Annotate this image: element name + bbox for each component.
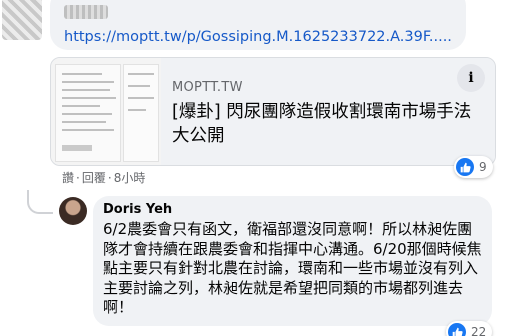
comment-actions: 讚 · 回覆 · 8小時 bbox=[62, 169, 145, 186]
comment-link[interactable]: https://moptt.tw/p/Gossiping.M.162523372… bbox=[64, 29, 452, 45]
blurred-commenter-name[interactable] bbox=[64, 5, 108, 19]
document-image bbox=[55, 64, 121, 162]
reply-action[interactable]: 回覆 bbox=[82, 169, 106, 186]
info-icon[interactable]: i bbox=[457, 64, 485, 92]
reply-author-avatar[interactable] bbox=[59, 197, 87, 225]
like-action[interactable]: 讚 bbox=[62, 169, 74, 186]
reply-text: 6/2農委會只有函文，衛福部還沒同意啊！所以林昶佐團隊才會持續在跟農委會和指揮中… bbox=[103, 220, 482, 316]
link-domain: MOPTT.TW bbox=[172, 80, 243, 95]
reaction-count: 9 bbox=[479, 160, 487, 174]
reaction-summary[interactable]: 9 bbox=[454, 156, 493, 178]
link-preview-card[interactable]: MOPTT.TW [爆卦] 閃尿團隊造假收割環南市場手法大公開 i bbox=[50, 57, 496, 166]
reply-thread-line bbox=[27, 190, 53, 214]
link-title[interactable]: [爆卦] 閃尿團隊造假收割環南市場手法大公開 bbox=[172, 100, 472, 148]
commenter-avatar[interactable] bbox=[2, 0, 42, 40]
link-preview-body[interactable]: MOPTT.TW [爆卦] 閃尿團隊造假收割環南市場手法大公開 i bbox=[162, 58, 495, 165]
like-reaction-icon bbox=[456, 158, 474, 176]
document-image bbox=[123, 64, 159, 162]
reply-author-name[interactable]: Doris Yeh bbox=[103, 202, 482, 217]
action-separator: · bbox=[76, 171, 80, 185]
reply-reaction-summary[interactable]: 22 bbox=[446, 321, 493, 336]
action-separator: · bbox=[107, 171, 112, 185]
link-preview-thumbnail bbox=[51, 58, 161, 165]
like-reaction-icon bbox=[448, 323, 466, 336]
reply-bubble: Doris Yeh 6/2農委會只有函文，衛福部還沒同意啊！所以林昶佐團隊才會持… bbox=[93, 196, 492, 326]
reaction-count: 22 bbox=[471, 325, 487, 336]
comment-timestamp[interactable]: 8小時 bbox=[114, 169, 146, 186]
